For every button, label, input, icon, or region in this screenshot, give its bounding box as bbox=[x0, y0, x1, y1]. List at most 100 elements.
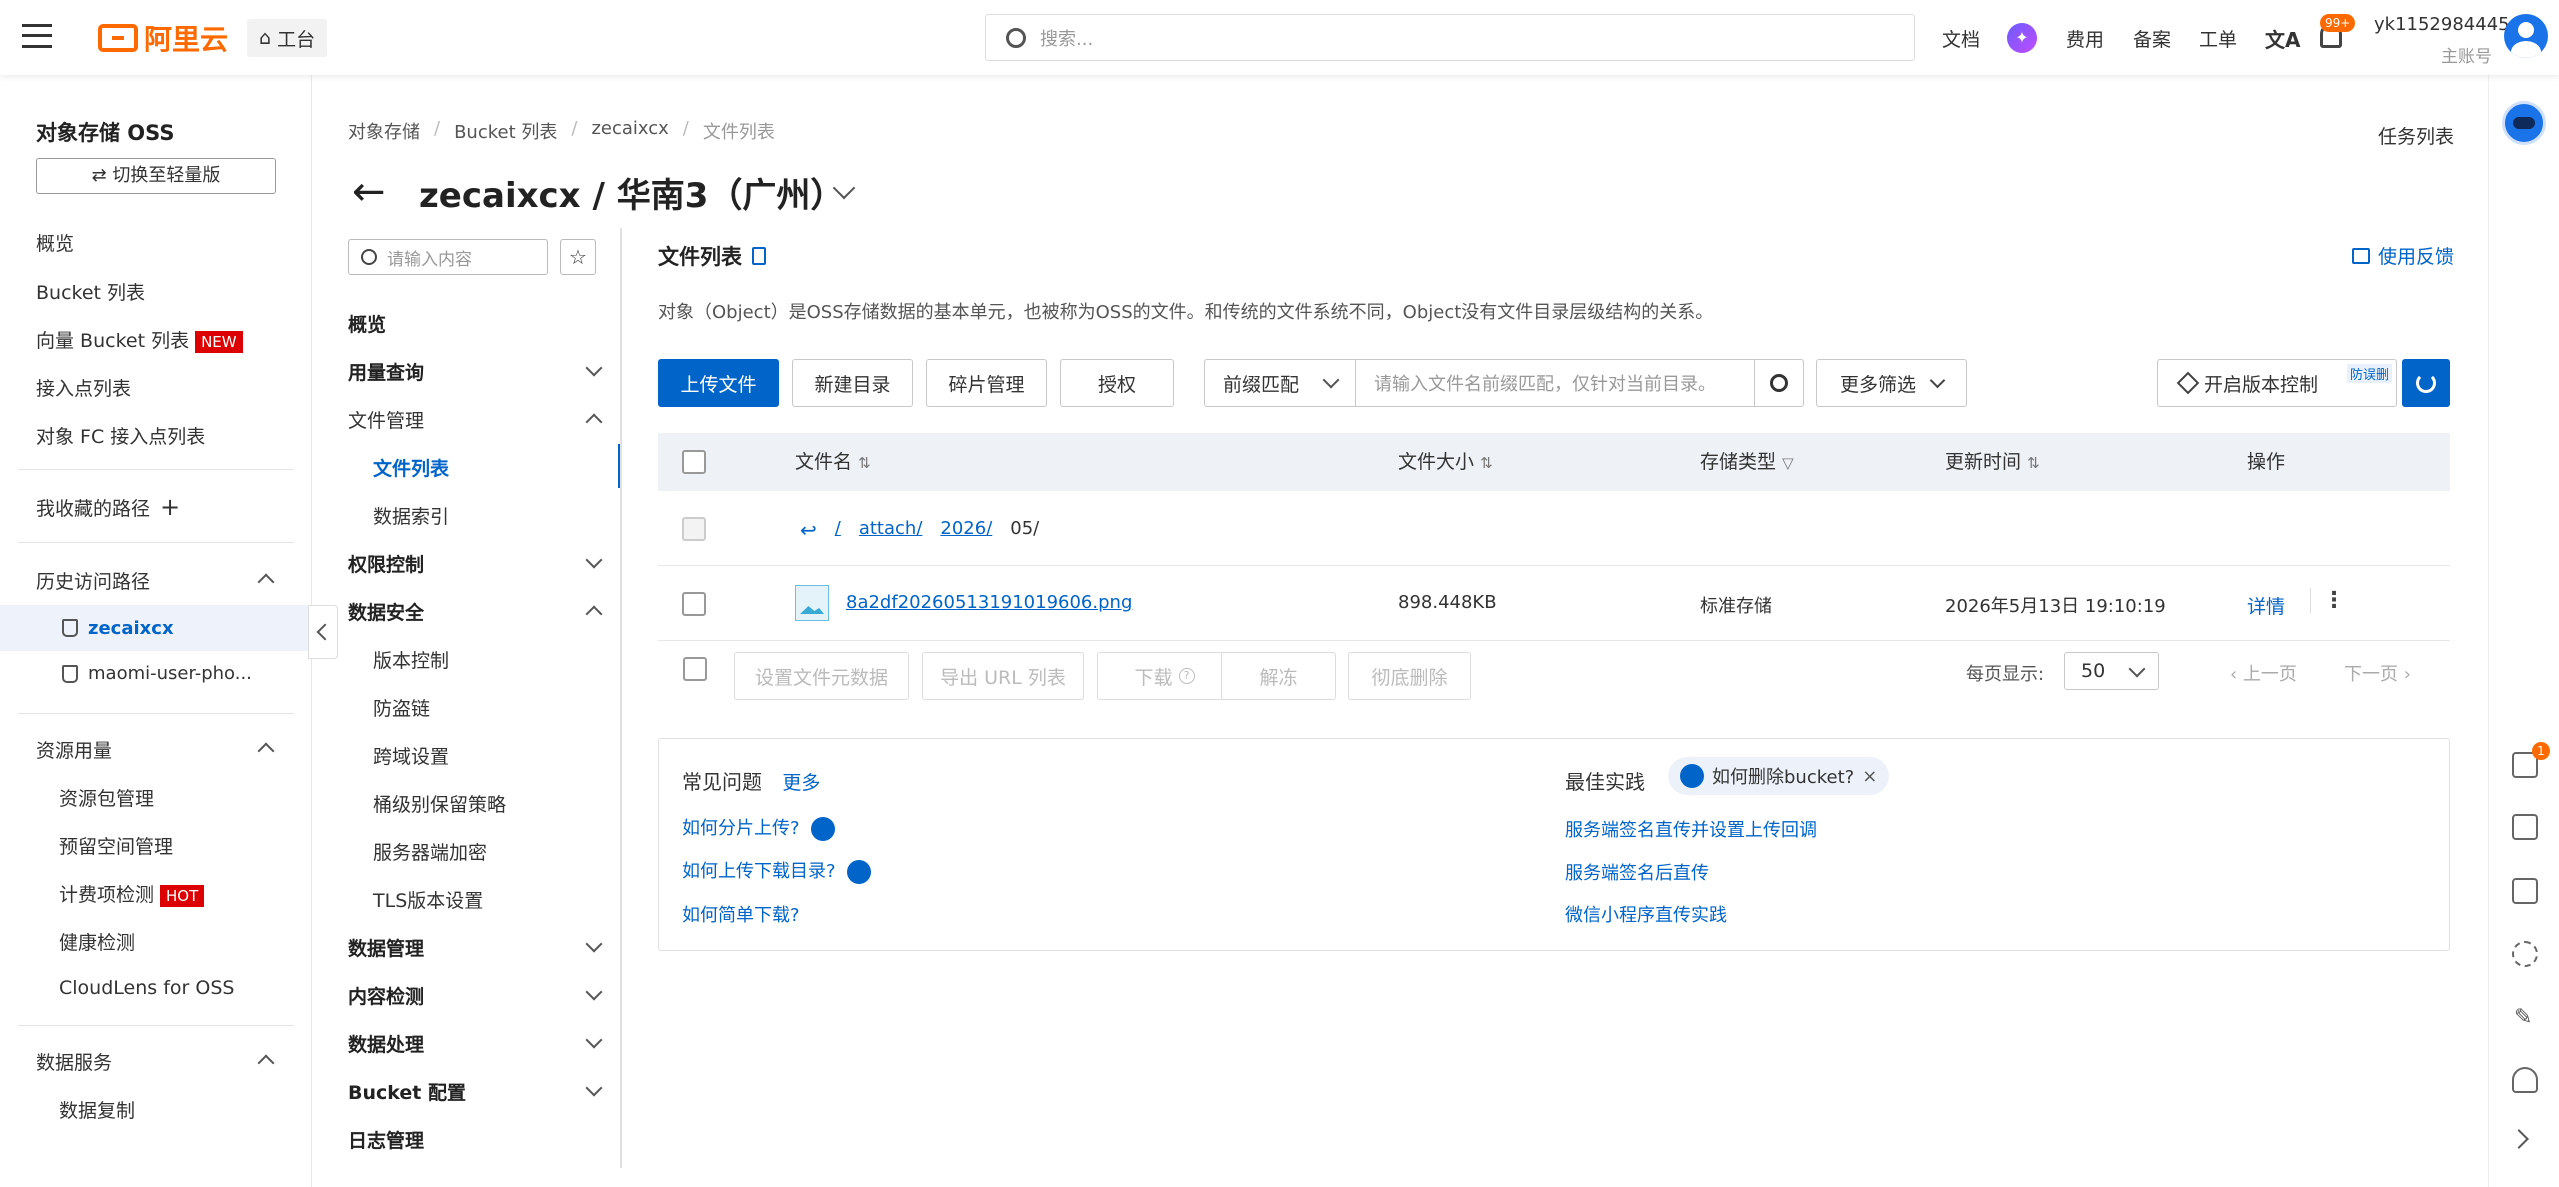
subnav-access-control[interactable]: 权限控制 bbox=[348, 550, 424, 577]
subnav-data-security[interactable]: 数据安全 bbox=[348, 598, 424, 625]
plus-icon[interactable]: + bbox=[160, 493, 180, 521]
page-size-select[interactable]: 50 bbox=[2064, 652, 2159, 690]
api-icon[interactable] bbox=[2512, 814, 2538, 840]
switch-lite-button[interactable]: ⇄ 切换至轻量版 bbox=[36, 158, 276, 194]
terminal-icon[interactable] bbox=[2512, 878, 2538, 904]
subnav-overview[interactable]: 概览 bbox=[348, 310, 386, 337]
ai-assistant-robot-icon[interactable] bbox=[2502, 101, 2546, 145]
history-item-maomi[interactable]: maomi-user-pho... bbox=[62, 663, 252, 684]
collapse-sidebar-button[interactable] bbox=[308, 605, 338, 659]
breadcrumb-item[interactable]: Bucket 列表 bbox=[454, 118, 557, 144]
sidebar-item-access-points[interactable]: 接入点列表 bbox=[36, 374, 131, 401]
file-name-link[interactable]: 8a2df20260513191019606.png bbox=[846, 592, 1132, 613]
faq-item-multipart[interactable]: 如何分片上传? bbox=[682, 814, 836, 841]
subnav-versioning[interactable]: 版本控制 bbox=[373, 646, 449, 673]
subnav-file-management[interactable]: 文件管理 bbox=[348, 406, 424, 433]
edit-icon[interactable]: ✎ bbox=[2514, 1005, 2532, 1030]
best-practice-item[interactable]: 微信小程序直传实践 bbox=[1565, 901, 1727, 927]
row-checkbox[interactable] bbox=[682, 592, 706, 616]
download-button[interactable]: 下载? bbox=[1097, 652, 1232, 700]
sidebar-item-billing-check[interactable]: 计费项检测 HOT bbox=[59, 880, 205, 907]
task-list-link[interactable]: 任务列表 bbox=[2378, 122, 2454, 149]
chevron-up-icon[interactable] bbox=[257, 573, 275, 591]
restore-button[interactable]: 解冻 bbox=[1221, 652, 1336, 700]
upload-button[interactable]: 上传文件 bbox=[658, 359, 779, 407]
enable-versioning-button[interactable]: 开启版本控制 防误删 bbox=[2157, 359, 2397, 407]
gear-icon[interactable] bbox=[2512, 941, 2538, 967]
refresh-button[interactable] bbox=[2402, 359, 2450, 407]
close-icon[interactable]: × bbox=[1862, 766, 1877, 787]
subnav-file-list[interactable]: 文件列表 bbox=[373, 454, 449, 481]
match-mode-select[interactable]: 前缀匹配 bbox=[1204, 359, 1356, 407]
more-filters-button[interactable]: 更多筛选 bbox=[1816, 359, 1967, 407]
chevron-up-icon[interactable] bbox=[257, 742, 275, 760]
path-segment-attach[interactable]: attach/ bbox=[859, 518, 923, 542]
sidebar-item-health-check[interactable]: 健康检测 bbox=[59, 928, 135, 955]
top-link-filing[interactable]: 备案 bbox=[2133, 25, 2171, 52]
subnav-usage[interactable]: 用量查询 bbox=[348, 358, 424, 385]
headset-icon[interactable] bbox=[2512, 1067, 2538, 1093]
subnav-encryption[interactable]: 服务器端加密 bbox=[373, 838, 487, 865]
breadcrumb-item[interactable]: 对象存储 bbox=[348, 118, 420, 144]
resource-section-title[interactable]: 资源用量 bbox=[36, 736, 112, 763]
sidebar-item-data-replication[interactable]: 数据复制 bbox=[59, 1096, 135, 1123]
detail-link[interactable]: 详情 bbox=[2247, 592, 2285, 619]
sidebar-item-reserved-space[interactable]: 预留空间管理 bbox=[59, 832, 173, 859]
best-practice-item[interactable]: 服务端签名后直传 bbox=[1565, 859, 1709, 885]
chevron-down-icon[interactable] bbox=[585, 1079, 603, 1097]
prev-page-button[interactable]: ‹ 上一页 bbox=[2230, 660, 2297, 686]
chevron-up-icon[interactable] bbox=[585, 413, 603, 431]
sidebar-favorites[interactable]: 我收藏的路径 + bbox=[36, 494, 180, 521]
best-practice-tag[interactable]: 如何删除bucket? × bbox=[1668, 757, 1890, 795]
menu-icon[interactable] bbox=[22, 24, 52, 48]
chevron-down-icon[interactable] bbox=[585, 359, 603, 377]
best-practice-item[interactable]: 服务端签名直传并设置上传回调 bbox=[1565, 816, 1817, 842]
faq-more-link[interactable]: 更多 bbox=[782, 772, 820, 794]
column-header-name[interactable]: 文件名 ⇅ bbox=[795, 447, 871, 474]
path-root[interactable]: / bbox=[835, 518, 841, 542]
subnav-hotlink[interactable]: 防盗链 bbox=[373, 694, 430, 721]
subnav-data-management[interactable]: 数据管理 bbox=[348, 934, 424, 961]
faq-item-simple-download[interactable]: 如何简单下载? bbox=[682, 901, 800, 927]
subnav-bucket-config[interactable]: Bucket 配置 bbox=[348, 1078, 466, 1105]
sidebar-item-bucket-list[interactable]: Bucket 列表 bbox=[36, 278, 145, 305]
sidebar-item-cloudlens[interactable]: CloudLens for OSS bbox=[59, 977, 234, 999]
permanent-delete-button[interactable]: 彻底删除 bbox=[1348, 652, 1471, 700]
ai-bot-icon[interactable] bbox=[847, 860, 872, 884]
history-section-title[interactable]: 历史访问路径 bbox=[36, 567, 150, 594]
more-actions-icon[interactable]: ⋮ bbox=[2310, 588, 2345, 613]
ai-assistant-icon[interactable]: ✦ bbox=[2007, 23, 2037, 53]
subnav-content-check[interactable]: 内容检测 bbox=[348, 982, 424, 1009]
column-header-updated[interactable]: 更新时间 ⇅ bbox=[1945, 447, 2040, 474]
new-directory-button[interactable]: 新建目录 bbox=[792, 359, 913, 407]
subnav-data-processing[interactable]: 数据处理 bbox=[348, 1030, 424, 1057]
chevron-down-icon[interactable] bbox=[585, 1031, 603, 1049]
top-link-billing[interactable]: 费用 bbox=[2066, 25, 2104, 52]
go-up-icon[interactable]: ↩ bbox=[800, 518, 817, 542]
ai-bot-icon[interactable] bbox=[811, 817, 836, 841]
chevron-down-icon[interactable] bbox=[585, 551, 603, 569]
fragment-management-button[interactable]: 碎片管理 bbox=[926, 359, 1047, 407]
chevron-up-icon[interactable] bbox=[585, 605, 603, 623]
next-page-button[interactable]: 下一页 › bbox=[2344, 660, 2411, 686]
workbench-button[interactable]: ⌂ 工台 bbox=[247, 19, 328, 57]
global-search[interactable]: 搜索... bbox=[985, 14, 1915, 61]
user-name[interactable]: yk1152984445 bbox=[2374, 14, 2510, 35]
chevron-up-icon[interactable] bbox=[257, 1054, 275, 1072]
chevron-down-icon[interactable] bbox=[585, 983, 603, 1001]
language-icon[interactable]: 文A bbox=[2265, 24, 2300, 53]
authorize-button[interactable]: 授权 bbox=[1060, 359, 1174, 407]
select-all-checkbox[interactable] bbox=[682, 450, 706, 474]
sidebar-item-overview[interactable]: 概览 bbox=[36, 229, 74, 256]
filter-search-button[interactable] bbox=[1754, 359, 1804, 407]
bulk-select-checkbox[interactable] bbox=[683, 657, 707, 681]
prefix-filter-input[interactable]: 请输入文件名前缀匹配，仅针对当前目录。 bbox=[1355, 359, 1755, 407]
sidebar-item-vector-bucket[interactable]: 向量 Bucket 列表 NEW bbox=[36, 326, 243, 353]
sidebar-item-fc-access-points[interactable]: 对象 FC 接入点列表 bbox=[36, 422, 205, 449]
breadcrumb-item[interactable]: zecaixcx bbox=[591, 118, 668, 144]
chevron-down-icon[interactable] bbox=[585, 935, 603, 953]
subnav-cors[interactable]: 跨域设置 bbox=[373, 742, 449, 769]
column-header-storage[interactable]: 存储类型 ▽ bbox=[1700, 447, 1794, 474]
subnav-data-index[interactable]: 数据索引 bbox=[373, 502, 449, 529]
faq-item-directory[interactable]: 如何上传下载目录? bbox=[682, 857, 872, 884]
